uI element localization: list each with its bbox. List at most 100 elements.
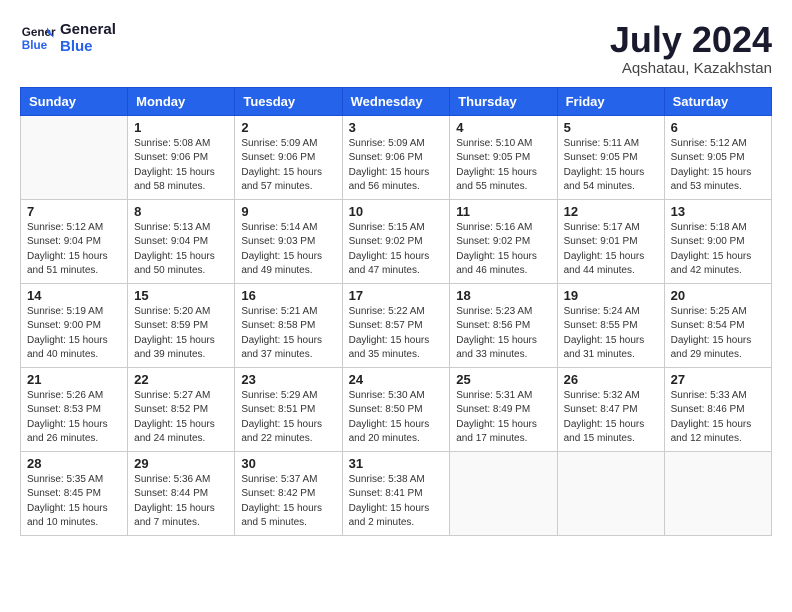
day-number: 17 bbox=[349, 288, 444, 303]
day-number: 11 bbox=[456, 204, 550, 219]
day-number: 4 bbox=[456, 120, 550, 135]
header-tuesday: Tuesday bbox=[235, 87, 342, 115]
day-number: 27 bbox=[671, 372, 765, 387]
day-number: 21 bbox=[27, 372, 121, 387]
calendar-cell bbox=[557, 451, 664, 535]
day-info: Sunrise: 5:37 AM Sunset: 8:42 PM Dayligh… bbox=[241, 473, 335, 531]
day-number: 30 bbox=[241, 456, 335, 471]
calendar-cell: 11 Sunrise: 5:16 AM Sunset: 9:02 PM Dayli… bbox=[450, 199, 557, 283]
calendar-cell: 20 Sunrise: 5:25 AM Sunset: 8:54 PM Dayli… bbox=[664, 283, 771, 367]
day-info: Sunrise: 5:24 AM Sunset: 8:55 PM Dayligh… bbox=[564, 305, 658, 363]
day-info: Sunrise: 5:13 AM Sunset: 9:04 PM Dayligh… bbox=[134, 221, 228, 279]
header-sunday: Sunday bbox=[21, 87, 128, 115]
day-info: Sunrise: 5:11 AM Sunset: 9:05 PM Dayligh… bbox=[564, 137, 658, 195]
day-number: 2 bbox=[241, 120, 335, 135]
day-info: Sunrise: 5:32 AM Sunset: 8:47 PM Dayligh… bbox=[564, 389, 658, 447]
day-info: Sunrise: 5:10 AM Sunset: 9:05 PM Dayligh… bbox=[456, 137, 550, 195]
day-number: 19 bbox=[564, 288, 658, 303]
day-info: Sunrise: 5:20 AM Sunset: 8:59 PM Dayligh… bbox=[134, 305, 228, 363]
day-info: Sunrise: 5:12 AM Sunset: 9:05 PM Dayligh… bbox=[671, 137, 765, 195]
logo-icon: General Blue bbox=[20, 20, 56, 56]
day-info: Sunrise: 5:19 AM Sunset: 9:00 PM Dayligh… bbox=[27, 305, 121, 363]
page-header: General Blue General Blue July 2024 Aqsh… bbox=[20, 20, 772, 77]
calendar-cell: 17 Sunrise: 5:22 AM Sunset: 8:57 PM Dayli… bbox=[342, 283, 450, 367]
logo: General Blue General Blue bbox=[20, 20, 116, 56]
calendar-cell: 4 Sunrise: 5:10 AM Sunset: 9:05 PM Daylig… bbox=[450, 115, 557, 199]
calendar-cell: 3 Sunrise: 5:09 AM Sunset: 9:06 PM Daylig… bbox=[342, 115, 450, 199]
calendar-cell: 16 Sunrise: 5:21 AM Sunset: 8:58 PM Dayli… bbox=[235, 283, 342, 367]
day-info: Sunrise: 5:33 AM Sunset: 8:46 PM Dayligh… bbox=[671, 389, 765, 447]
calendar-week-1: 1Sunrise: 5:08 AM Sunset: 9:06 PM Daylig… bbox=[21, 115, 772, 199]
calendar-cell: 23Sunrise: 5:29 AM Sunset: 8:51 PM Dayli… bbox=[235, 367, 342, 451]
calendar-cell bbox=[664, 451, 771, 535]
calendar-cell: 10 Sunrise: 5:15 AM Sunset: 9:02 PM Dayli… bbox=[342, 199, 450, 283]
calendar-cell: 24 Sunrise: 5:30 AM Sunset: 8:50 PM Dayli… bbox=[342, 367, 450, 451]
day-number: 1 bbox=[134, 120, 228, 135]
day-info: Sunrise: 5:14 AM Sunset: 9:03 PM Dayligh… bbox=[241, 221, 335, 279]
day-number: 28 bbox=[27, 456, 121, 471]
day-info: Sunrise: 5:38 AM Sunset: 8:41 PM Dayligh… bbox=[349, 473, 444, 531]
calendar-week-2: 7 Sunrise: 5:12 AM Sunset: 9:04 PM Daylig… bbox=[21, 199, 772, 283]
title-block: July 2024 Aqshatau, Kazakhstan bbox=[610, 20, 772, 77]
calendar-cell: 13Sunrise: 5:18 AM Sunset: 9:00 PM Dayli… bbox=[664, 199, 771, 283]
header-thursday: Thursday bbox=[450, 87, 557, 115]
calendar-cell: 27 Sunrise: 5:33 AM Sunset: 8:46 PM Dayli… bbox=[664, 367, 771, 451]
day-number: 7 bbox=[27, 204, 121, 219]
day-info: Sunrise: 5:21 AM Sunset: 8:58 PM Dayligh… bbox=[241, 305, 335, 363]
calendar-cell: 8 Sunrise: 5:13 AM Sunset: 9:04 PM Daylig… bbox=[128, 199, 235, 283]
calendar-cell: 9 Sunrise: 5:14 AM Sunset: 9:03 PM Daylig… bbox=[235, 199, 342, 283]
day-number: 15 bbox=[134, 288, 228, 303]
calendar-cell: 6 Sunrise: 5:12 AM Sunset: 9:05 PM Daylig… bbox=[664, 115, 771, 199]
calendar-week-4: 21Sunrise: 5:26 AM Sunset: 8:53 PM Dayli… bbox=[21, 367, 772, 451]
calendar-table: SundayMondayTuesdayWednesdayThursdayFrid… bbox=[20, 87, 772, 536]
calendar-header-row: SundayMondayTuesdayWednesdayThursdayFrid… bbox=[21, 87, 772, 115]
day-info: Sunrise: 5:25 AM Sunset: 8:54 PM Dayligh… bbox=[671, 305, 765, 363]
calendar-cell: 28 Sunrise: 5:35 AM Sunset: 8:45 PM Dayli… bbox=[21, 451, 128, 535]
day-info: Sunrise: 5:22 AM Sunset: 8:57 PM Dayligh… bbox=[349, 305, 444, 363]
day-number: 8 bbox=[134, 204, 228, 219]
svg-text:General: General bbox=[22, 26, 56, 39]
day-info: Sunrise: 5:30 AM Sunset: 8:50 PM Dayligh… bbox=[349, 389, 444, 447]
calendar-cell: 12 Sunrise: 5:17 AM Sunset: 9:01 PM Dayli… bbox=[557, 199, 664, 283]
day-number: 25 bbox=[456, 372, 550, 387]
day-number: 16 bbox=[241, 288, 335, 303]
day-info: Sunrise: 5:09 AM Sunset: 9:06 PM Dayligh… bbox=[349, 137, 444, 195]
day-info: Sunrise: 5:31 AM Sunset: 8:49 PM Dayligh… bbox=[456, 389, 550, 447]
calendar-cell: 21Sunrise: 5:26 AM Sunset: 8:53 PM Dayli… bbox=[21, 367, 128, 451]
day-number: 22 bbox=[134, 372, 228, 387]
day-info: Sunrise: 5:36 AM Sunset: 8:44 PM Dayligh… bbox=[134, 473, 228, 531]
calendar-cell: 30 Sunrise: 5:37 AM Sunset: 8:42 PM Dayli… bbox=[235, 451, 342, 535]
day-info: Sunrise: 5:12 AM Sunset: 9:04 PM Dayligh… bbox=[27, 221, 121, 279]
day-number: 26 bbox=[564, 372, 658, 387]
day-info: Sunrise: 5:23 AM Sunset: 8:56 PM Dayligh… bbox=[456, 305, 550, 363]
calendar-cell: 1Sunrise: 5:08 AM Sunset: 9:06 PM Daylig… bbox=[128, 115, 235, 199]
day-number: 14 bbox=[27, 288, 121, 303]
calendar-cell: 25 Sunrise: 5:31 AM Sunset: 8:49 PM Dayli… bbox=[450, 367, 557, 451]
day-info: Sunrise: 5:18 AM Sunset: 9:00 PM Dayligh… bbox=[671, 221, 765, 279]
day-number: 20 bbox=[671, 288, 765, 303]
day-number: 24 bbox=[349, 372, 444, 387]
day-number: 10 bbox=[349, 204, 444, 219]
day-info: Sunrise: 5:15 AM Sunset: 9:02 PM Dayligh… bbox=[349, 221, 444, 279]
day-number: 12 bbox=[564, 204, 658, 219]
day-number: 18 bbox=[456, 288, 550, 303]
calendar-cell: 31Sunrise: 5:38 AM Sunset: 8:41 PM Dayli… bbox=[342, 451, 450, 535]
day-info: Sunrise: 5:17 AM Sunset: 9:01 PM Dayligh… bbox=[564, 221, 658, 279]
month-title: July 2024 bbox=[610, 20, 772, 60]
calendar-week-5: 28 Sunrise: 5:35 AM Sunset: 8:45 PM Dayli… bbox=[21, 451, 772, 535]
location: Aqshatau, Kazakhstan bbox=[610, 60, 772, 77]
day-info: Sunrise: 5:35 AM Sunset: 8:45 PM Dayligh… bbox=[27, 473, 121, 531]
header-wednesday: Wednesday bbox=[342, 87, 450, 115]
svg-text:Blue: Blue bbox=[22, 39, 48, 52]
calendar-cell: 14 Sunrise: 5:19 AM Sunset: 9:00 PM Dayli… bbox=[21, 283, 128, 367]
calendar-cell: 29Sunrise: 5:36 AM Sunset: 8:44 PM Dayli… bbox=[128, 451, 235, 535]
day-info: Sunrise: 5:27 AM Sunset: 8:52 PM Dayligh… bbox=[134, 389, 228, 447]
day-number: 6 bbox=[671, 120, 765, 135]
calendar-week-3: 14 Sunrise: 5:19 AM Sunset: 9:00 PM Dayli… bbox=[21, 283, 772, 367]
day-number: 9 bbox=[241, 204, 335, 219]
day-info: Sunrise: 5:16 AM Sunset: 9:02 PM Dayligh… bbox=[456, 221, 550, 279]
day-number: 3 bbox=[349, 120, 444, 135]
calendar-cell: 7 Sunrise: 5:12 AM Sunset: 9:04 PM Daylig… bbox=[21, 199, 128, 283]
header-saturday: Saturday bbox=[664, 87, 771, 115]
logo-blue: Blue bbox=[60, 38, 116, 55]
